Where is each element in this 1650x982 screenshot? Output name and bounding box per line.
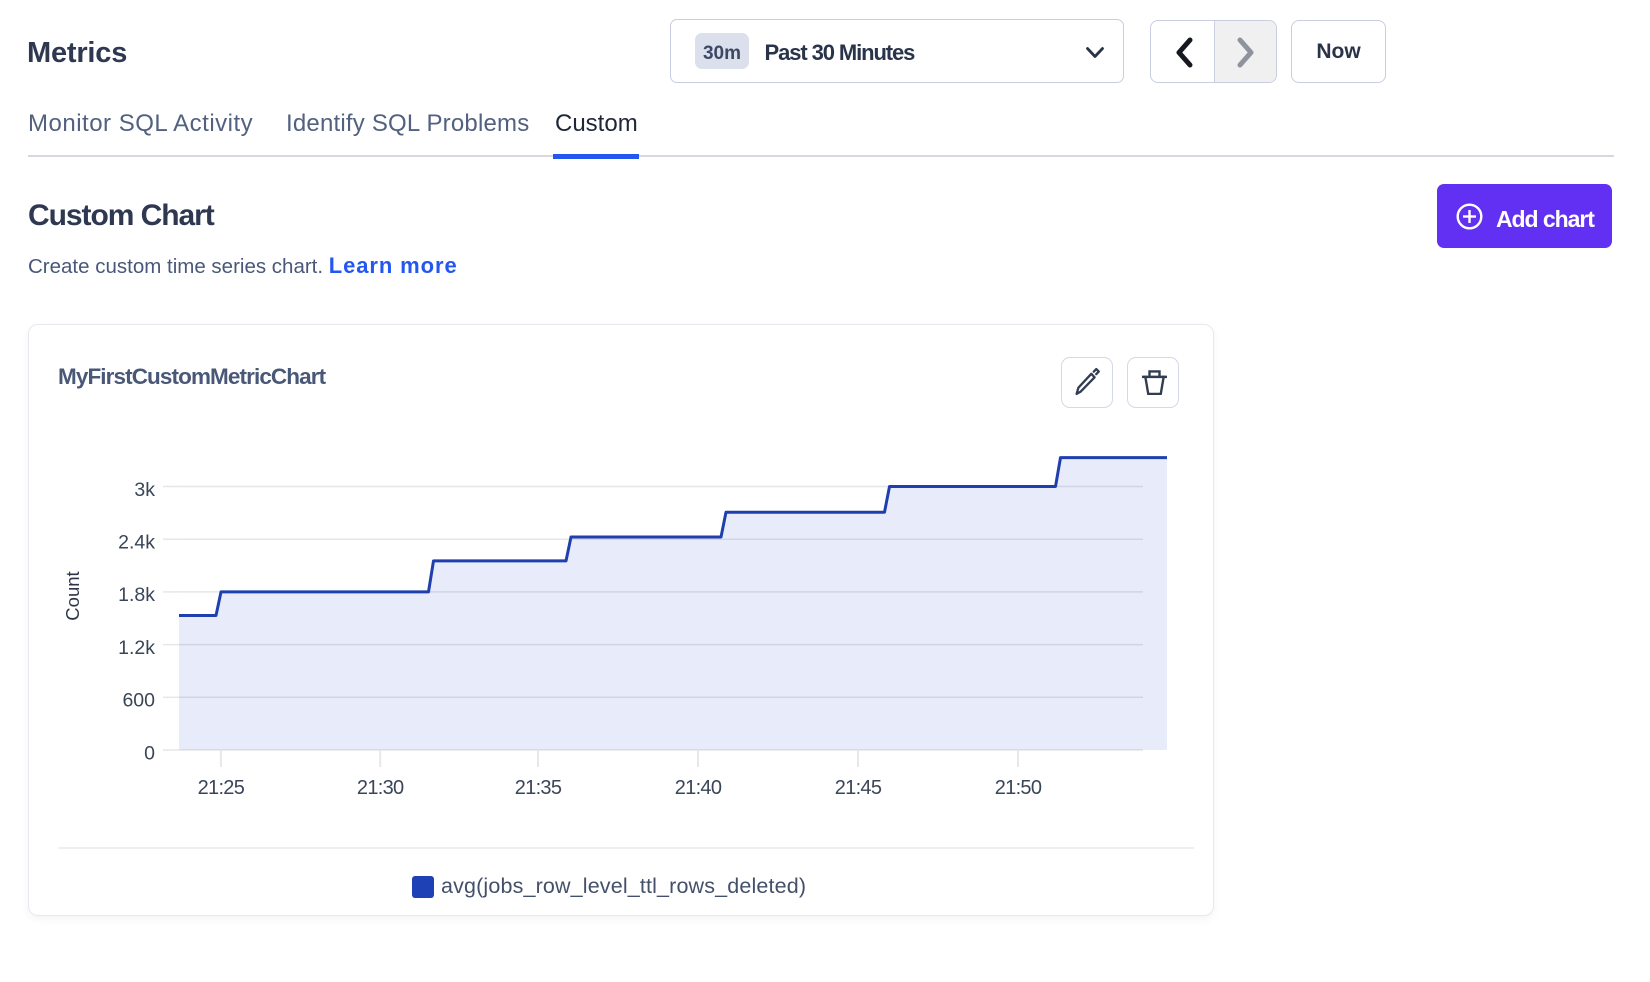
svg-text:Count: Count bbox=[62, 571, 83, 620]
svg-text:1.2k: 1.2k bbox=[118, 637, 155, 659]
svg-text:21:50: 21:50 bbox=[995, 777, 1042, 799]
svg-text:avg(jobs_row_level_ttl_rows_de: avg(jobs_row_level_ttl_rows_deleted) bbox=[441, 874, 806, 898]
svg-text:2.4k: 2.4k bbox=[118, 532, 155, 554]
svg-text:21:30: 21:30 bbox=[357, 777, 404, 799]
svg-text:21:35: 21:35 bbox=[515, 777, 562, 799]
svg-text:21:25: 21:25 bbox=[198, 777, 245, 799]
svg-text:1.8k: 1.8k bbox=[118, 584, 155, 606]
svg-text:0: 0 bbox=[144, 742, 155, 764]
svg-text:21:40: 21:40 bbox=[675, 777, 722, 799]
svg-text:3k: 3k bbox=[134, 479, 155, 501]
svg-text:600: 600 bbox=[122, 690, 155, 712]
svg-text:21:45: 21:45 bbox=[835, 777, 882, 799]
